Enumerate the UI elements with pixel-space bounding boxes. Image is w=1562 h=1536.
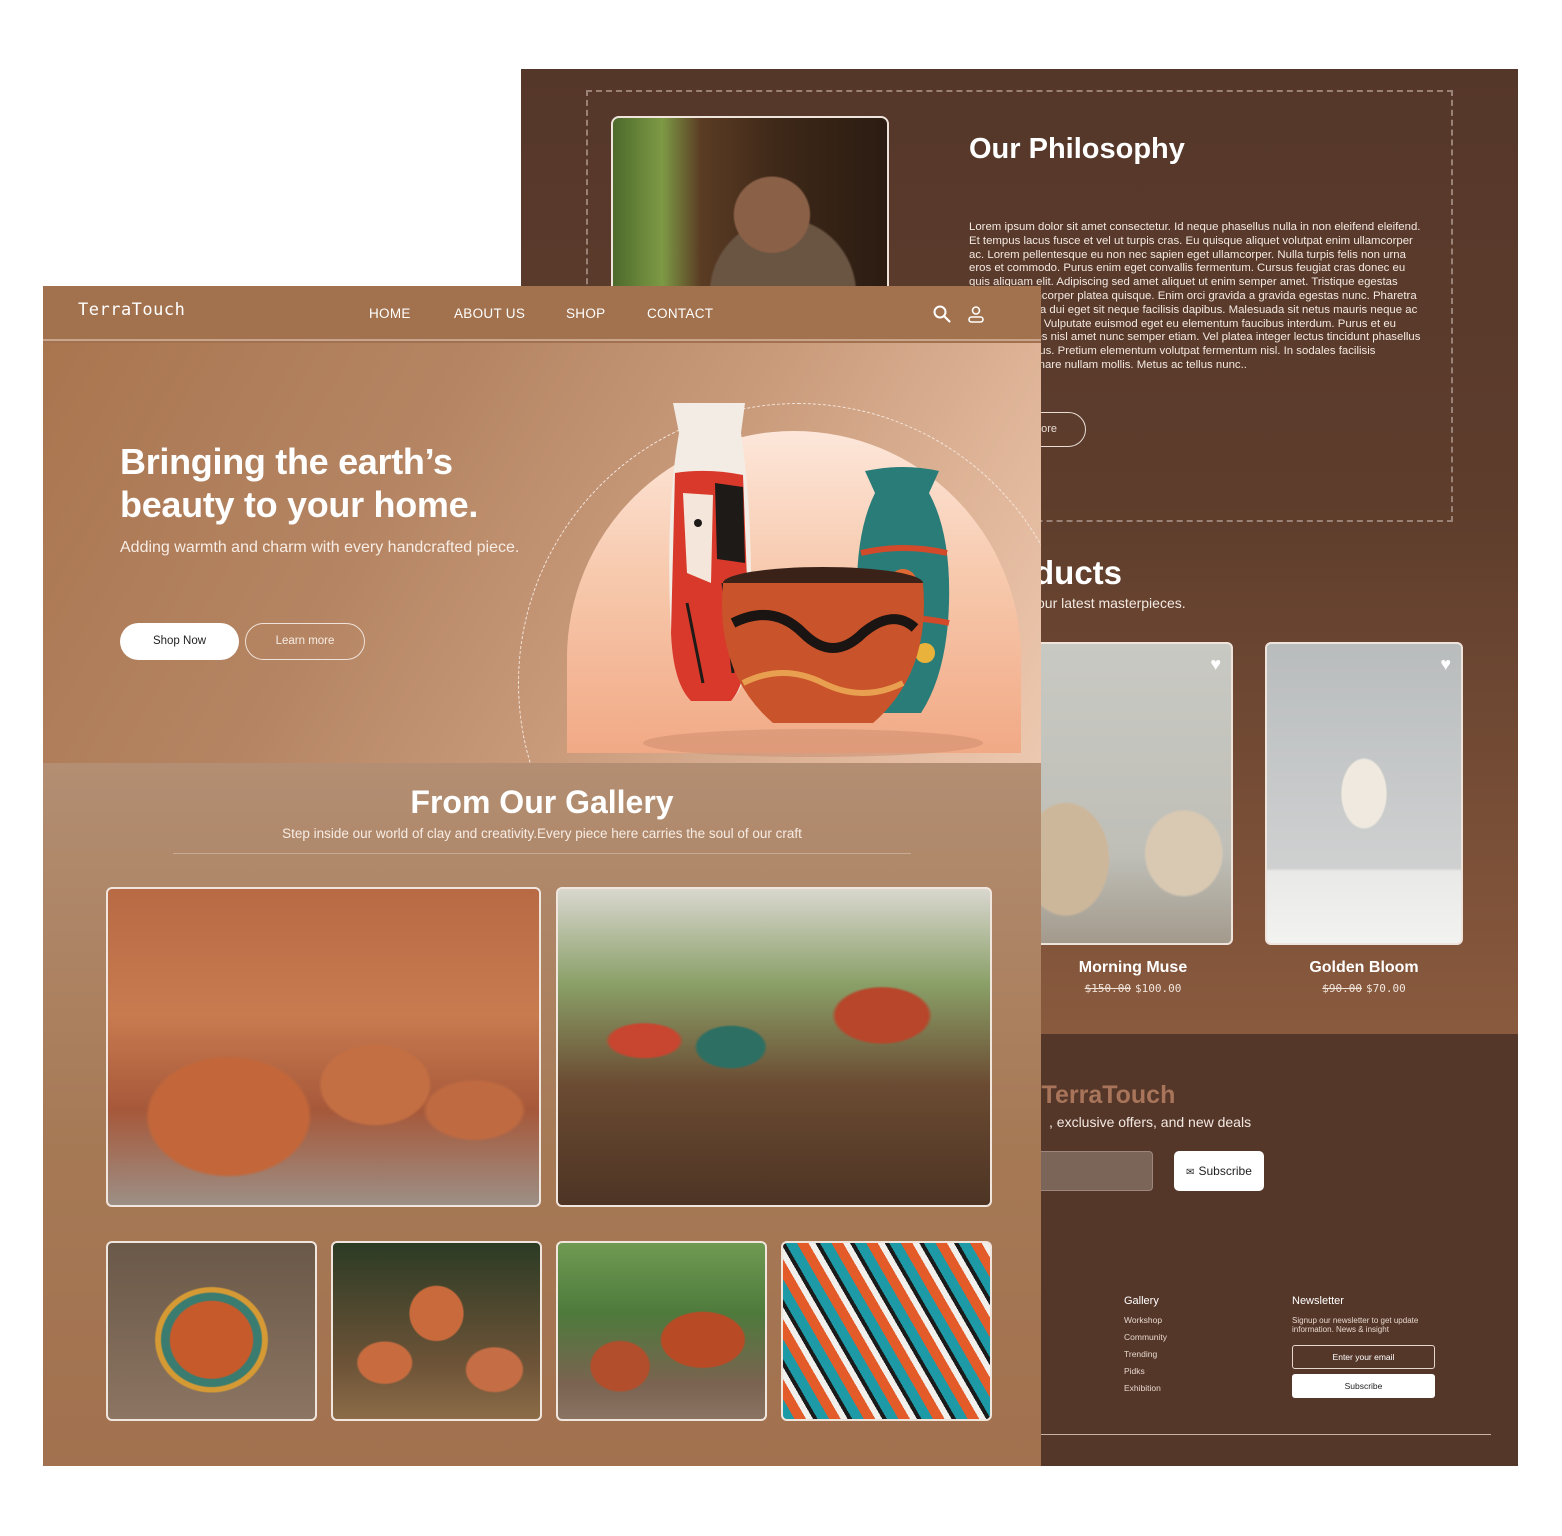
newsletter-subtitle: , exclusive offers, and new deals [1049, 1114, 1252, 1130]
footer-link[interactable]: Community [1124, 1332, 1167, 1342]
footer-link[interactable]: Workshop [1124, 1315, 1162, 1325]
hero-title-line-1: Bringing the earth’s [120, 441, 453, 482]
nav-item-home[interactable]: HOME [369, 306, 411, 321]
home-page-preview: TerraTouch HOME ABOUT US SHOP CONTACT Br… [43, 286, 1041, 1466]
search-icon[interactable] [932, 304, 952, 324]
user-icon[interactable] [966, 304, 986, 324]
hero-subtitle: Adding warmth and charm with every handc… [120, 539, 520, 556]
philosophy-title: Our Philosophy [969, 133, 1185, 165]
product-old-price: $90.00 [1322, 982, 1362, 995]
mockup-stage: Our Philosophy Lorem ipsum dolor sit ame… [0, 0, 1562, 1536]
product-old-price: $150.00 [1084, 982, 1131, 995]
gallery-image-geometric-pots[interactable] [781, 1241, 992, 1421]
footer-link[interactable]: Trending [1124, 1349, 1157, 1359]
footer-link[interactable]: Exhibition [1124, 1383, 1161, 1393]
hero-vases-illustration [643, 403, 983, 757]
gallery-image-peacock-vase[interactable] [106, 1241, 317, 1421]
brand-logo[interactable]: TerraTouch [78, 300, 185, 320]
footer-newsletter-heading: Newsletter [1292, 1295, 1344, 1307]
nav-item-shop[interactable]: SHOP [566, 306, 605, 321]
newsletter-title-brand: TerraTouch [1041, 1081, 1176, 1109]
inbox-icon: ✉ [1186, 1167, 1195, 1178]
gallery-image-terracotta-pots[interactable] [106, 887, 541, 1207]
newsletter-subscribe-label: Subscribe [1198, 1164, 1252, 1178]
gallery-image-painted-teaset[interactable] [556, 887, 992, 1207]
product-card-image-golden-bloom[interactable]: ♥ [1265, 642, 1463, 945]
nav-item-contact[interactable]: CONTACT [647, 306, 713, 321]
product-current-price: $100.00 [1135, 982, 1182, 995]
heart-icon[interactable]: ♥ [1440, 654, 1451, 675]
heart-icon[interactable]: ♥ [1210, 654, 1221, 675]
products-subtitle: our latest masterpieces. [1037, 595, 1186, 611]
product-current-price: $70.00 [1366, 982, 1406, 995]
gallery-image-folk-art-teapot[interactable] [331, 1241, 542, 1421]
top-navbar: TerraTouch HOME ABOUT US SHOP CONTACT [43, 286, 1041, 341]
gallery-title: From Our Gallery [410, 784, 674, 820]
newsletter-subscribe-button[interactable]: ✉ Subscribe [1174, 1151, 1264, 1191]
footer-gallery-heading: Gallery [1124, 1295, 1159, 1307]
learn-more-button[interactable]: Learn more [245, 623, 365, 660]
hero-title: Bringing the earth’s beauty to your home. [120, 440, 478, 526]
footer-link[interactable]: Pidks [1124, 1366, 1145, 1376]
nav-item-about-us[interactable]: ABOUT US [454, 306, 525, 321]
hero-section: Bringing the earth’s beauty to your home.… [43, 343, 1041, 763]
hero-title-line-2: beauty to your home. [120, 484, 479, 525]
footer-newsletter-description: Signup our newsletter to get update info… [1292, 1316, 1419, 1334]
footer-divider [991, 1434, 1491, 1435]
gallery-image-floral-pots[interactable] [556, 1241, 767, 1421]
product-name: Golden Bloom [1309, 959, 1419, 976]
gallery-subtitle: Step inside our world of clay and creati… [282, 826, 802, 841]
gallery-divider [173, 853, 911, 854]
footer-subscribe-button[interactable]: Subscribe [1292, 1374, 1435, 1398]
footer-email-input[interactable]: Enter your email [1292, 1345, 1435, 1369]
shop-now-button[interactable]: Shop Now [120, 623, 239, 660]
product-price: $90.00 $70.00 [1265, 982, 1463, 995]
artisan-photo [611, 116, 889, 306]
